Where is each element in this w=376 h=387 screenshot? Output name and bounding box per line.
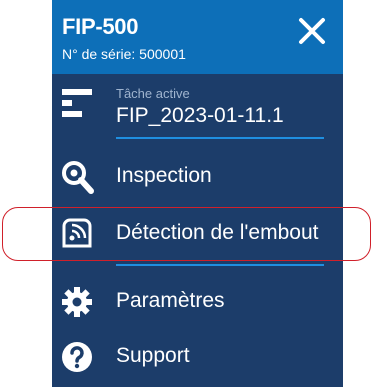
menu-header: FIP-500 N° de série: 500001	[52, 0, 343, 74]
active-task-label: Tâche active	[116, 86, 190, 101]
gear-icon	[62, 287, 92, 317]
device-title: FIP-500	[62, 14, 139, 39]
menu-item-label: Support	[116, 344, 190, 367]
task-list-icon	[62, 89, 92, 117]
menu-item-inspection[interactable]: Inspection	[52, 150, 343, 202]
serial-number: N° de série: 500001	[62, 46, 186, 62]
side-menu-panel: FIP-500 N° de série: 500001 Tâche active…	[52, 0, 343, 387]
question-icon	[62, 342, 92, 372]
menu-item-label: Paramètres	[116, 289, 225, 312]
menu-item-label: Inspection	[116, 164, 212, 187]
divider	[116, 264, 324, 266]
menu-item-support[interactable]: Support	[52, 332, 343, 384]
magnifier-icon	[62, 161, 94, 194]
active-task-item[interactable]: Tâche active FIP_2023-01-11.1	[52, 78, 343, 138]
close-icon[interactable]	[295, 14, 329, 48]
menu-item-settings[interactable]: Paramètres	[52, 276, 343, 328]
highlight-callout	[2, 207, 371, 261]
active-task-name: FIP_2023-01-11.1	[116, 104, 284, 127]
divider	[116, 137, 324, 139]
